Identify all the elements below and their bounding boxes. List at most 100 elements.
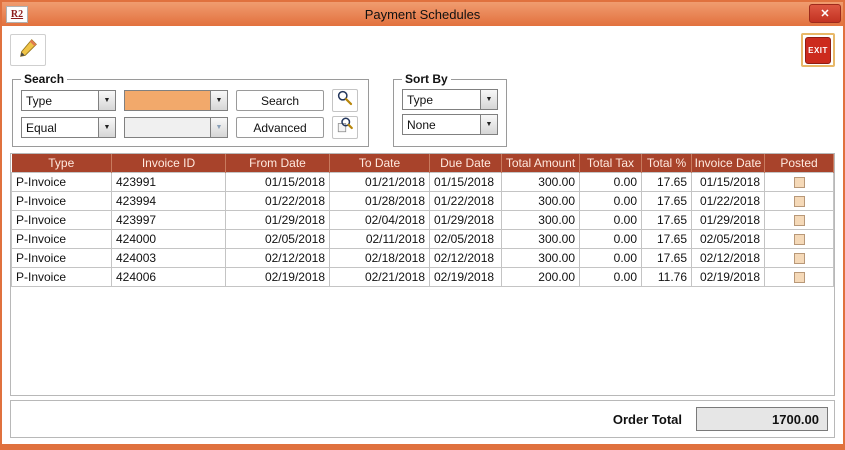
- cell-posted: [765, 191, 834, 210]
- table-row[interactable]: P-Invoice42400602/19/201802/21/201802/19…: [12, 267, 834, 286]
- cell-invoice-date: 01/22/2018: [692, 191, 765, 210]
- column-header-total[interactable]: Total %: [642, 154, 692, 172]
- pencil-icon: [17, 37, 39, 64]
- posted-checkbox[interactable]: [794, 215, 805, 226]
- cell-invoice-id: 424006: [112, 267, 226, 286]
- cell-type: P-Invoice: [12, 172, 112, 191]
- table-row[interactable]: P-Invoice42399701/29/201802/04/201801/29…: [12, 210, 834, 229]
- payment-schedules-window: R2 Payment Schedules ✕ EXIT Search: [0, 0, 845, 450]
- exit-icon: EXIT: [805, 37, 831, 64]
- cell-invoice-id: 423991: [112, 172, 226, 191]
- cell-type: P-Invoice: [12, 267, 112, 286]
- cell-total: 11.76: [642, 267, 692, 286]
- search-button[interactable]: Search: [236, 90, 324, 111]
- chevron-down-icon[interactable]: ▼: [480, 90, 497, 109]
- cell-due-date: 02/05/2018: [430, 229, 502, 248]
- table-row[interactable]: P-Invoice42400002/05/201802/11/201802/05…: [12, 229, 834, 248]
- edit-button[interactable]: [10, 34, 46, 66]
- posted-checkbox[interactable]: [794, 234, 805, 245]
- cell-to-date: 01/21/2018: [330, 172, 430, 191]
- close-button[interactable]: ✕: [809, 4, 841, 23]
- cell-from-date: 01/15/2018: [226, 172, 330, 191]
- cell-from-date: 02/19/2018: [226, 267, 330, 286]
- search-field-combo[interactable]: Type ▼: [21, 90, 116, 111]
- advanced-button[interactable]: Advanced: [236, 117, 324, 138]
- column-header-total-amount[interactable]: Total Amount: [502, 154, 580, 172]
- posted-checkbox[interactable]: [794, 177, 805, 188]
- cell-invoice-date: 02/19/2018: [692, 267, 765, 286]
- table-body: P-Invoice42399101/15/201801/21/201801/15…: [12, 172, 834, 286]
- search-operator-value-combo: ▼: [124, 117, 228, 138]
- cell-posted: [765, 210, 834, 229]
- sort-group-label: Sort By: [402, 72, 451, 86]
- cell-total: 17.65: [642, 191, 692, 210]
- column-header-posted[interactable]: Posted: [765, 154, 834, 172]
- search-value-combo[interactable]: ▼: [124, 90, 228, 111]
- column-header-from-date[interactable]: From Date: [226, 154, 330, 172]
- search-operator-combo[interactable]: Equal ▼: [21, 117, 116, 138]
- cell-total-tax: 0.00: [580, 248, 642, 267]
- cell-type: P-Invoice: [12, 248, 112, 267]
- column-header-due-date[interactable]: Due Date: [430, 154, 502, 172]
- sort-secondary-combo[interactable]: None ▼: [402, 114, 498, 135]
- window-title: Payment Schedules: [2, 7, 843, 22]
- cell-due-date: 02/19/2018: [430, 267, 502, 286]
- table-row[interactable]: P-Invoice42399101/15/201801/21/201801/15…: [12, 172, 834, 191]
- search-group-label: Search: [21, 72, 67, 86]
- cell-due-date: 01/22/2018: [430, 191, 502, 210]
- cell-total: 17.65: [642, 210, 692, 229]
- close-icon: ✕: [820, 7, 829, 20]
- cell-due-date: 02/12/2018: [430, 248, 502, 267]
- column-header-invoice-date[interactable]: Invoice Date: [692, 154, 765, 172]
- order-total-value: 1700.00: [696, 407, 828, 431]
- chevron-down-icon[interactable]: ▼: [480, 115, 497, 134]
- cell-total-tax: 0.00: [580, 267, 642, 286]
- toolbar: EXIT: [2, 26, 843, 72]
- cell-from-date: 02/05/2018: [226, 229, 330, 248]
- cell-type: P-Invoice: [12, 229, 112, 248]
- cell-from-date: 02/12/2018: [226, 248, 330, 267]
- advanced-find-button[interactable]: [332, 116, 358, 139]
- cell-to-date: 02/11/2018: [330, 229, 430, 248]
- cell-to-date: 02/18/2018: [330, 248, 430, 267]
- table-row[interactable]: P-Invoice42400302/12/201802/18/201802/12…: [12, 248, 834, 267]
- table-header-row: TypeInvoice IDFrom DateTo DateDue DateTo…: [12, 154, 834, 172]
- advanced-find-icon: [336, 116, 354, 139]
- cell-invoice-id: 424003: [112, 248, 226, 267]
- cell-total-tax: 0.00: [580, 210, 642, 229]
- cell-total-tax: 0.00: [580, 229, 642, 248]
- cell-invoice-date: 02/12/2018: [692, 248, 765, 267]
- chevron-down-icon[interactable]: ▼: [210, 91, 227, 110]
- schedule-table: TypeInvoice IDFrom DateTo DateDue DateTo…: [11, 154, 834, 287]
- cell-invoice-id: 424000: [112, 229, 226, 248]
- column-header-invoice-id[interactable]: Invoice ID: [112, 154, 226, 172]
- cell-total-tax: 0.00: [580, 172, 642, 191]
- column-header-to-date[interactable]: To Date: [330, 154, 430, 172]
- exit-button[interactable]: EXIT: [801, 33, 835, 67]
- cell-total-amount: 300.00: [502, 210, 580, 229]
- chevron-down-icon[interactable]: ▼: [98, 91, 115, 110]
- column-header-type[interactable]: Type: [12, 154, 112, 172]
- cell-type: P-Invoice: [12, 210, 112, 229]
- schedule-table-area: TypeInvoice IDFrom DateTo DateDue DateTo…: [10, 153, 835, 396]
- cell-total-amount: 300.00: [502, 191, 580, 210]
- sort-group: Sort By Type ▼ None ▼: [393, 72, 507, 147]
- cell-posted: [765, 267, 834, 286]
- magnifier-icon: [336, 89, 354, 112]
- chevron-down-icon[interactable]: ▼: [98, 118, 115, 137]
- cell-posted: [765, 172, 834, 191]
- find-button[interactable]: [332, 89, 358, 112]
- cell-invoice-date: 01/15/2018: [692, 172, 765, 191]
- cell-to-date: 02/04/2018: [330, 210, 430, 229]
- cell-invoice-date: 02/05/2018: [692, 229, 765, 248]
- sort-primary-combo[interactable]: Type ▼: [402, 89, 498, 110]
- table-row[interactable]: P-Invoice42399401/22/201801/28/201801/22…: [12, 191, 834, 210]
- posted-checkbox[interactable]: [794, 253, 805, 264]
- cell-invoice-id: 423994: [112, 191, 226, 210]
- posted-checkbox[interactable]: [794, 196, 805, 207]
- column-header-total-tax[interactable]: Total Tax: [580, 154, 642, 172]
- posted-checkbox[interactable]: [794, 272, 805, 283]
- cell-total: 17.65: [642, 172, 692, 191]
- cell-total: 17.65: [642, 229, 692, 248]
- cell-to-date: 02/21/2018: [330, 267, 430, 286]
